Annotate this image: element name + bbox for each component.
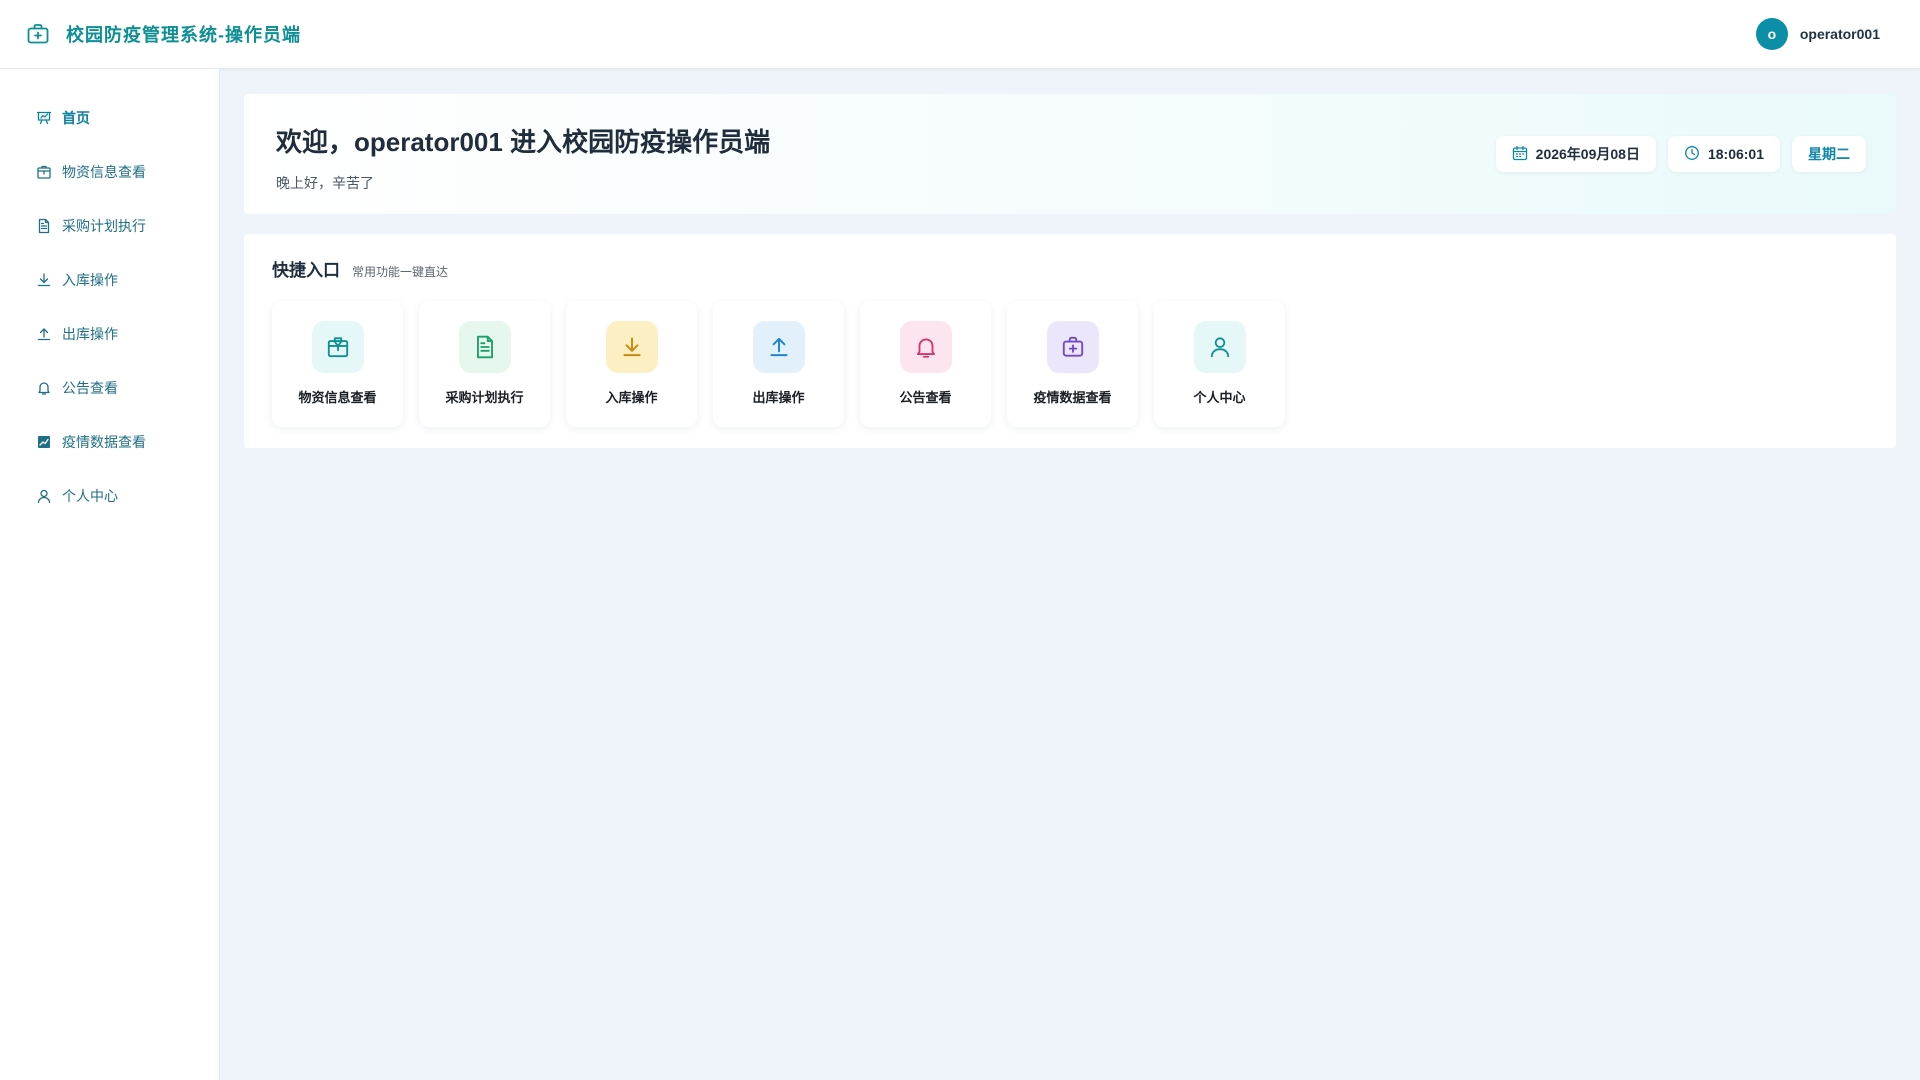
quick-card-label: 物资信息查看 [298,390,377,405]
presentation-chart-icon [36,110,52,126]
sidebar-item-label: 物资信息查看 [62,164,146,180]
sidebar-item-label: 个人中心 [62,488,118,504]
top-header: 校园防疫管理系统-操作员端 o operator001 [0,0,1920,69]
quick-card-inbound[interactable]: 入库操作 [566,301,697,427]
quick-card-label: 采购计划执行 [445,390,524,405]
quick-access-cards: 物资信息查看 采购计划执行 入库操作 出库操作 公告查看 疫情数据查看 个人中心 [272,301,1868,427]
quick-card-label: 出库操作 [752,390,805,405]
user-menu[interactable]: o operator001 [1755,18,1880,50]
quick-access-header: 快捷入口 常用功能一键直达 [272,256,1868,281]
download-arrow-icon [605,321,658,373]
avatar[interactable]: o [1755,18,1788,50]
welcome-banner: 欢迎，operator001 进入校园防疫操作员端 晚上好，辛苦了 2026年0… [244,94,1896,214]
brand[interactable]: 校园防疫管理系统-操作员端 [24,20,301,48]
date-pill: 2026年09月08日 [1495,136,1656,172]
quick-access-title: 快捷入口 [272,261,340,280]
upload-arrow-icon [36,326,52,342]
quick-card-epidemic-data[interactable]: 疫情数据查看 [1007,301,1138,427]
current-weekday: 星期二 [1808,146,1850,162]
clock-icon [1684,145,1700,164]
sidebar-item-label: 公告查看 [62,380,118,396]
welcome-subtitle: 晚上好，辛苦了 [276,175,374,191]
quick-card-label: 入库操作 [605,390,658,405]
sidebar-item-label: 首页 [62,110,90,126]
current-time: 18:06:01 [1707,146,1764,162]
package-icon [36,164,52,180]
username[interactable]: operator001 [1800,26,1880,42]
package-icon [311,321,364,373]
upload-arrow-icon [752,321,805,373]
sidebar-item-label: 采购计划执行 [62,218,146,234]
quick-card-purchase-plan[interactable]: 采购计划执行 [419,301,550,427]
sidebar-item-label: 出库操作 [62,326,118,342]
sidebar-item-home[interactable]: 首页 [0,91,219,145]
sidebar-item-epidemic-data[interactable]: 疫情数据查看 [0,415,219,469]
sidebar-item-inbound[interactable]: 入库操作 [0,253,219,307]
medical-kit-icon [24,20,52,48]
calendar-icon [1512,145,1528,164]
time-pill: 18:06:01 [1667,136,1780,172]
app-title: 校园防疫管理系统-操作员端 [66,25,301,45]
sidebar-item-outbound[interactable]: 出库操作 [0,307,219,361]
chart-icon [36,434,52,450]
sidebar-item-purchase-plan[interactable]: 采购计划执行 [0,199,219,253]
quick-card-label: 公告查看 [899,390,952,405]
quick-card-outbound[interactable]: 出库操作 [713,301,844,427]
sidebar: 首页 物资信息查看 采购计划执行 入库操作 出库操作 公告查看 疫情数据查看 个… [0,69,220,1080]
medical-kit-icon [1046,321,1099,373]
sidebar-item-materials[interactable]: 物资信息查看 [0,145,219,199]
download-arrow-icon [36,272,52,288]
quick-card-label: 个人中心 [1193,390,1246,405]
quick-card-materials[interactable]: 物资信息查看 [272,301,403,427]
bell-icon [36,380,52,396]
user-icon [1193,321,1246,373]
datetime-info: 2026年09月08日 18:06:01 星期二 [1495,136,1866,172]
sidebar-item-label: 疫情数据查看 [62,434,146,450]
sidebar-item-label: 入库操作 [62,272,118,288]
quick-card-label: 疫情数据查看 [1033,390,1112,405]
quick-access-panel: 快捷入口 常用功能一键直达 物资信息查看 采购计划执行 入库操作 出库操作 公告… [244,234,1896,448]
document-icon [458,321,511,373]
user-icon [36,488,52,504]
quick-card-profile[interactable]: 个人中心 [1154,301,1285,427]
bell-icon [899,321,952,373]
weekday-pill: 星期二 [1792,136,1866,172]
document-icon [36,218,52,234]
current-date: 2026年09月08日 [1535,146,1640,162]
quick-access-subtitle: 常用功能一键直达 [352,265,449,279]
sidebar-item-profile[interactable]: 个人中心 [0,469,219,523]
quick-card-announcements[interactable]: 公告查看 [860,301,991,427]
sidebar-item-announcements[interactable]: 公告查看 [0,361,219,415]
